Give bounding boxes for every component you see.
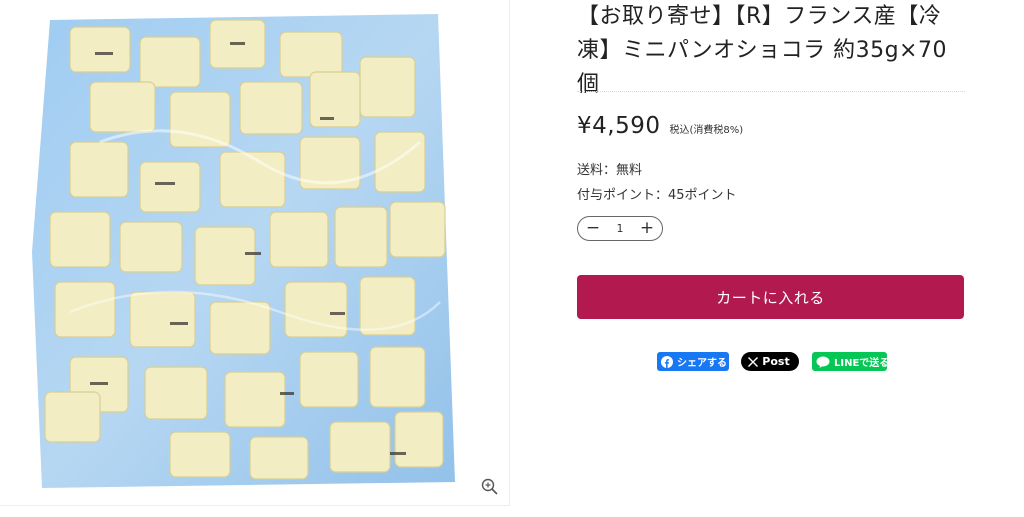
- quantity-plus-button[interactable]: +: [639, 219, 655, 239]
- share-buttons: シェアする Post LINEで送る: [657, 352, 890, 371]
- product-image[interactable]: [30, 12, 460, 490]
- x-logo-icon: [748, 356, 759, 367]
- shipping-text: 送料：無料: [577, 163, 643, 178]
- product-image-panel: [0, 0, 510, 506]
- divider: [577, 91, 965, 92]
- product-title-line1: 【お取り寄せ】【R】フランス産【冷: [577, 4, 942, 29]
- x-post-label: Post: [762, 355, 790, 368]
- quantity-minus-button[interactable]: −: [585, 219, 601, 239]
- product-title: 【お取り寄せ】【R】フランス産【冷 凍】ミニパンオショコラ 約35g×70個: [577, 0, 967, 102]
- facebook-share-button[interactable]: シェアする: [657, 352, 729, 371]
- price-row: ¥4,590 税込(消費税8%): [577, 113, 743, 139]
- add-to-cart-button[interactable]: カートに入れる: [577, 275, 964, 319]
- facebook-share-label: シェアする: [677, 358, 727, 369]
- quantity-stepper: − +: [577, 216, 663, 241]
- zoom-in-icon[interactable]: [480, 477, 500, 497]
- quantity-input[interactable]: [605, 222, 635, 235]
- facebook-icon: [661, 355, 673, 368]
- product-title-line2: 凍】ミニパンオショコラ 約35g×70個: [577, 38, 947, 97]
- price: ¥4,590: [577, 113, 661, 139]
- line-icon: [816, 356, 830, 368]
- tax-note: 税込(消費税8%): [669, 125, 744, 136]
- line-share-label: LINEで送る: [834, 358, 890, 369]
- points-text: 付与ポイント：45ポイント: [577, 188, 737, 203]
- x-post-button[interactable]: Post: [741, 352, 799, 371]
- line-share-button[interactable]: LINEで送る: [812, 352, 890, 371]
